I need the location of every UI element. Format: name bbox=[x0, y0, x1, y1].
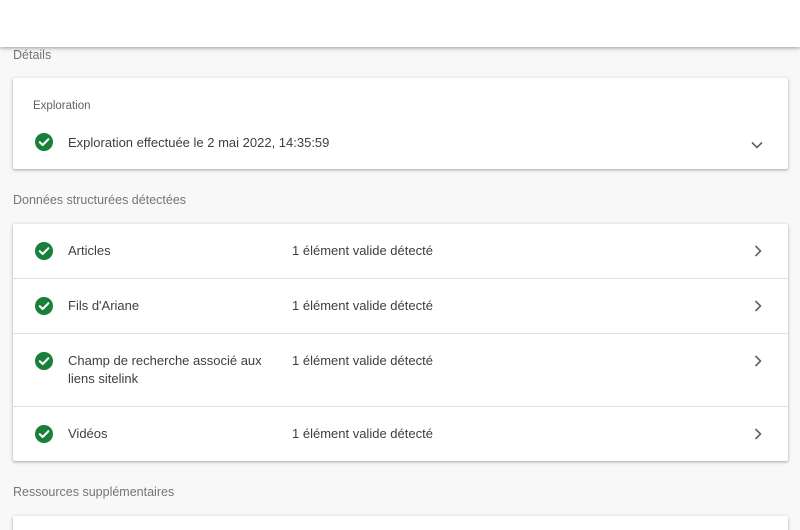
chevron-down-icon[interactable] bbox=[750, 137, 764, 155]
details-heading: Détails bbox=[13, 48, 52, 62]
crawl-status: Exploration effectuée le 2 mai 2022, 14:… bbox=[68, 135, 330, 150]
item-status: 1 élément valide détecté bbox=[292, 426, 433, 441]
check-circle-icon bbox=[35, 242, 53, 260]
item-name: Champ de recherche associé aux liens sit… bbox=[68, 353, 262, 386]
item-name: Vidéos bbox=[68, 426, 108, 441]
chevron-right-icon bbox=[753, 427, 763, 446]
top-app-bar bbox=[0, 0, 800, 47]
chevron-right-icon bbox=[753, 354, 763, 373]
list-item[interactable]: Champ de recherche associé aux liens sit… bbox=[13, 334, 788, 406]
crawl-card[interactable]: Exploration Exploration effectuée le 2 m… bbox=[13, 78, 788, 169]
check-circle-icon bbox=[35, 297, 53, 315]
item-status: 1 élément valide détecté bbox=[292, 243, 433, 258]
chevron-right-icon bbox=[753, 299, 763, 318]
list-item[interactable]: Articles 1 élément valide détecté bbox=[13, 224, 788, 278]
item-status: 1 élément valide détecté bbox=[292, 353, 433, 368]
crawl-label: Exploration bbox=[33, 100, 91, 112]
item-name: Articles bbox=[68, 243, 111, 258]
item-name: Fils d'Ariane bbox=[68, 298, 140, 313]
check-circle-icon bbox=[35, 133, 53, 151]
resources-card bbox=[13, 516, 788, 530]
structured-data-card: Articles 1 élément valide détecté Fils d… bbox=[13, 224, 788, 461]
list-item[interactable]: Fils d'Ariane 1 élément valide détecté bbox=[13, 279, 788, 333]
check-circle-icon bbox=[35, 425, 53, 443]
list-item[interactable]: Vidéos 1 élément valide détecté bbox=[13, 407, 788, 461]
check-circle-icon bbox=[35, 352, 53, 370]
resources-heading: Ressources supplémentaires bbox=[13, 485, 175, 499]
chevron-right-icon bbox=[753, 244, 763, 263]
item-status: 1 élément valide détecté bbox=[292, 298, 433, 313]
structured-data-heading: Données structurées détectées bbox=[13, 193, 187, 207]
